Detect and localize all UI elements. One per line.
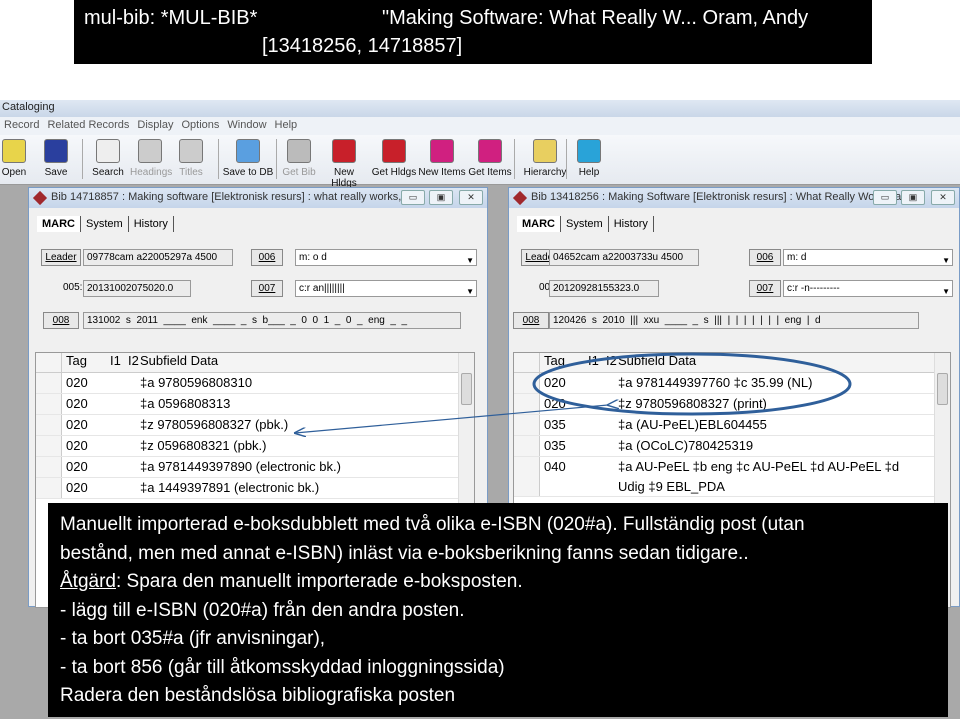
- note-line: - ta bort 856 (går till åtkomsskyddad in…: [60, 656, 505, 678]
- highlight-ellipse: [532, 352, 852, 416]
- note-line: Radera den beståndslösa bibliografiska p…: [60, 685, 456, 706]
- note-line: - lägg till e-ISBN (020#a) från den andr…: [60, 599, 465, 621]
- action-text: : Spara den manuellt importerade e-boksp…: [115, 571, 523, 592]
- note-line: Åtgärd: Spara den manuellt importerade e…: [60, 568, 936, 597]
- explanation-note: Manuellt importerad e-boksdubblett med t…: [48, 503, 948, 717]
- note-line: Manuellt importerad e-boksdubblett med t…: [60, 514, 805, 535]
- annotation-arrow: [295, 405, 608, 433]
- note-line: bestånd, men med annat e-ISBN) inläst vi…: [60, 542, 749, 564]
- action-label: Åtgärd: [60, 571, 116, 592]
- note-line: - ta bort 035#a (jfr anvisningar),: [60, 628, 326, 649]
